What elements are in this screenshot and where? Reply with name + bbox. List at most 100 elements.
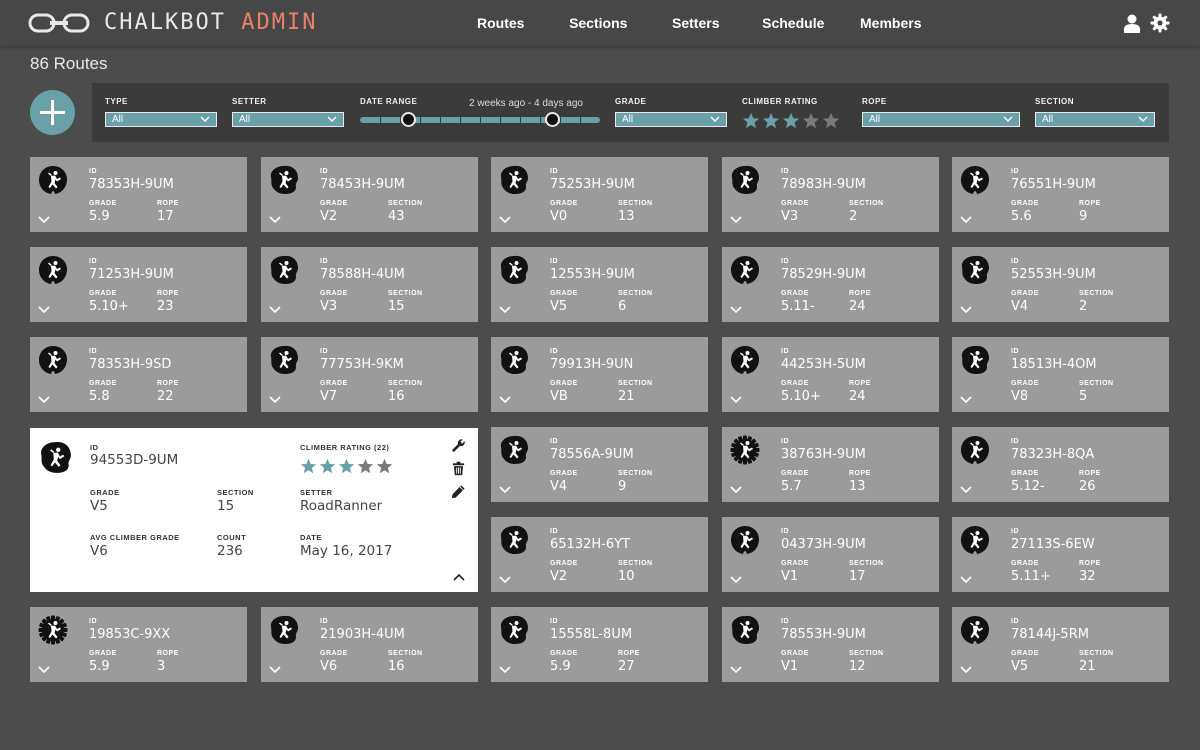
expand-chevron-icon[interactable]: [960, 396, 972, 404]
star-filled-icon[interactable]: [762, 112, 780, 130]
route-card[interactable]: ID 78323H-8QA GRADE 5.12- ROPE 26: [952, 427, 1169, 502]
route-card[interactable]: ID 78529H-9UM GRADE 5.11- ROPE 24: [722, 247, 939, 322]
star-filled-icon[interactable]: [742, 112, 760, 130]
star-empty-icon[interactable]: [802, 112, 820, 130]
expand-chevron-icon[interactable]: [269, 396, 281, 404]
expand-chevron-icon[interactable]: [730, 396, 742, 404]
filter-setter-select[interactable]: All: [232, 112, 344, 127]
user-icon[interactable]: [1122, 13, 1142, 33]
route-card[interactable]: ID 15558L-8UM GRADE 5.9 ROPE 27: [491, 607, 708, 682]
expand-chevron-icon[interactable]: [730, 666, 742, 674]
date-range-end-handle[interactable]: [545, 112, 560, 127]
boulder-route-icon: [270, 255, 298, 284]
gear-icon[interactable]: [1150, 13, 1170, 33]
star-empty-icon[interactable]: [822, 112, 840, 130]
date-range-slider[interactable]: [360, 117, 600, 123]
route-grade-label: GRADE: [550, 560, 578, 567]
route-card[interactable]: ID 75253H-9UM GRADE V0 SECTION 13: [491, 157, 708, 232]
expand-chevron-icon[interactable]: [730, 486, 742, 494]
expand-chevron-icon[interactable]: [38, 396, 50, 404]
route-rope-value: 23: [157, 299, 174, 314]
brand-secondary: ADMIN: [241, 10, 318, 35]
nav-setters[interactable]: Setters: [647, 0, 745, 46]
route-card[interactable]: ID 78453H-9UM GRADE V2 SECTION 43: [261, 157, 478, 232]
expand-chevron-icon[interactable]: [269, 216, 281, 224]
trash-icon[interactable]: [451, 461, 466, 476]
expand-chevron-icon[interactable]: [499, 666, 511, 674]
route-card-expanded[interactable]: ID 94553D-9UM CLIMBER RATING (22) GRADE …: [30, 428, 478, 592]
route-card[interactable]: ID 76551H-9UM GRADE 5.6 ROPE 9: [952, 157, 1169, 232]
nav-routes[interactable]: Routes: [452, 0, 550, 46]
expand-chevron-icon[interactable]: [960, 216, 972, 224]
expand-chevron-icon[interactable]: [38, 216, 50, 224]
route-id-label: ID: [1011, 258, 1019, 265]
expand-chevron-icon[interactable]: [730, 306, 742, 314]
add-route-button[interactable]: [30, 90, 75, 135]
route-card[interactable]: ID 52553H-9UM GRADE V4 SECTION 2: [952, 247, 1169, 322]
expand-chevron-icon[interactable]: [499, 396, 511, 404]
route-card[interactable]: ID 79913H-9UN GRADE VB SECTION 21: [491, 337, 708, 412]
filter-type-select[interactable]: All: [105, 112, 217, 127]
expand-chevron-icon[interactable]: [730, 576, 742, 584]
expand-chevron-icon[interactable]: [730, 216, 742, 224]
route-card[interactable]: ID 78353H-9UM GRADE 5.9 ROPE 17: [30, 157, 247, 232]
filter-type-label: TYPE: [105, 97, 128, 106]
route-grade-value: V5: [1011, 659, 1029, 674]
filter-rating-stars[interactable]: [742, 112, 840, 130]
star-filled-icon[interactable]: [782, 112, 800, 130]
route-id-label: ID: [781, 528, 789, 535]
nav-sections[interactable]: Sections: [550, 0, 648, 46]
expand-chevron-icon[interactable]: [499, 576, 511, 584]
pencil-icon[interactable]: [451, 484, 466, 499]
filter-grade-select[interactable]: All: [615, 112, 727, 127]
route-grade-value: V4: [1011, 299, 1029, 314]
expand-chevron-icon[interactable]: [499, 486, 511, 494]
page-title: 86 Routes: [30, 54, 108, 73]
boulder-route-icon: [270, 345, 298, 374]
route-card[interactable]: ID 44253H-5UM GRADE 5.10+ ROPE 24: [722, 337, 939, 412]
route-card[interactable]: ID 65132H-6YT GRADE V2 SECTION 10: [491, 517, 708, 592]
expand-chevron-icon[interactable]: [269, 666, 281, 674]
filter-section-select[interactable]: All: [1035, 112, 1155, 127]
expanded-id-label: ID: [90, 443, 99, 452]
route-card[interactable]: ID 12553H-9UM GRADE V5 SECTION 6: [491, 247, 708, 322]
route-card[interactable]: ID 78983H-9UM GRADE V3 SECTION 2: [722, 157, 939, 232]
filter-rope-select[interactable]: All: [862, 112, 1020, 127]
route-card[interactable]: ID 78556A-9UM GRADE V4 SECTION 9: [491, 427, 708, 502]
date-range-start-handle[interactable]: [401, 112, 416, 127]
expand-chevron-icon[interactable]: [499, 216, 511, 224]
route-card[interactable]: ID 77753H-9KM GRADE V7 SECTION 16: [261, 337, 478, 412]
wrench-icon[interactable]: [451, 438, 466, 453]
route-section-label: SECTION: [618, 560, 653, 567]
route-card[interactable]: ID 21903H-4UM GRADE V6 SECTION 16: [261, 607, 478, 682]
expand-chevron-icon[interactable]: [960, 576, 972, 584]
expand-chevron-icon[interactable]: [499, 306, 511, 314]
route-card[interactable]: ID 38763H-9UM GRADE 5.7 ROPE 13: [722, 427, 939, 502]
expand-chevron-icon[interactable]: [269, 306, 281, 314]
route-card[interactable]: ID 78144J-5RM GRADE V5 SECTION 21: [952, 607, 1169, 682]
expand-chevron-icon[interactable]: [960, 486, 972, 494]
brand-name[interactable]: CHALKBOT ADMIN: [104, 10, 317, 35]
collapse-chevron-icon[interactable]: [453, 573, 465, 581]
route-id-value: 65132H-6YT: [550, 537, 630, 552]
route-card[interactable]: ID 78353H-9SD GRADE 5.8 ROPE 22: [30, 337, 247, 412]
expanded-setter-value: RoadRanner: [300, 498, 383, 514]
route-grade-label: GRADE: [1011, 470, 1039, 477]
nav-members[interactable]: Members: [842, 0, 940, 46]
expand-chevron-icon[interactable]: [960, 306, 972, 314]
route-section-value: 12: [849, 659, 866, 674]
route-card[interactable]: ID 78588H-4UM GRADE V3 SECTION 15: [261, 247, 478, 322]
route-card[interactable]: ID 19853C-9XX GRADE 5.9 ROPE 3: [30, 607, 247, 682]
route-card[interactable]: ID 27113S-6EW GRADE 5.11+ ROPE 32: [952, 517, 1169, 592]
route-card[interactable]: ID 04373H-9UM GRADE V1 SECTION 17: [722, 517, 939, 592]
nav-schedule[interactable]: Schedule: [745, 0, 843, 46]
expand-chevron-icon[interactable]: [960, 666, 972, 674]
route-card[interactable]: ID 18513H-4OM GRADE V8 SECTION 5: [952, 337, 1169, 412]
expand-chevron-icon[interactable]: [38, 666, 50, 674]
expand-chevron-icon[interactable]: [38, 306, 50, 314]
route-card[interactable]: ID 71253H-9UM GRADE 5.10+ ROPE 23: [30, 247, 247, 322]
route-card[interactable]: ID 78553H-9UM GRADE V1 SECTION 12: [722, 607, 939, 682]
rope-route-icon: [731, 256, 759, 284]
main-nav: Routes Sections Setters Schedule Members: [452, 0, 940, 46]
filter-section-value: All: [1042, 114, 1054, 125]
